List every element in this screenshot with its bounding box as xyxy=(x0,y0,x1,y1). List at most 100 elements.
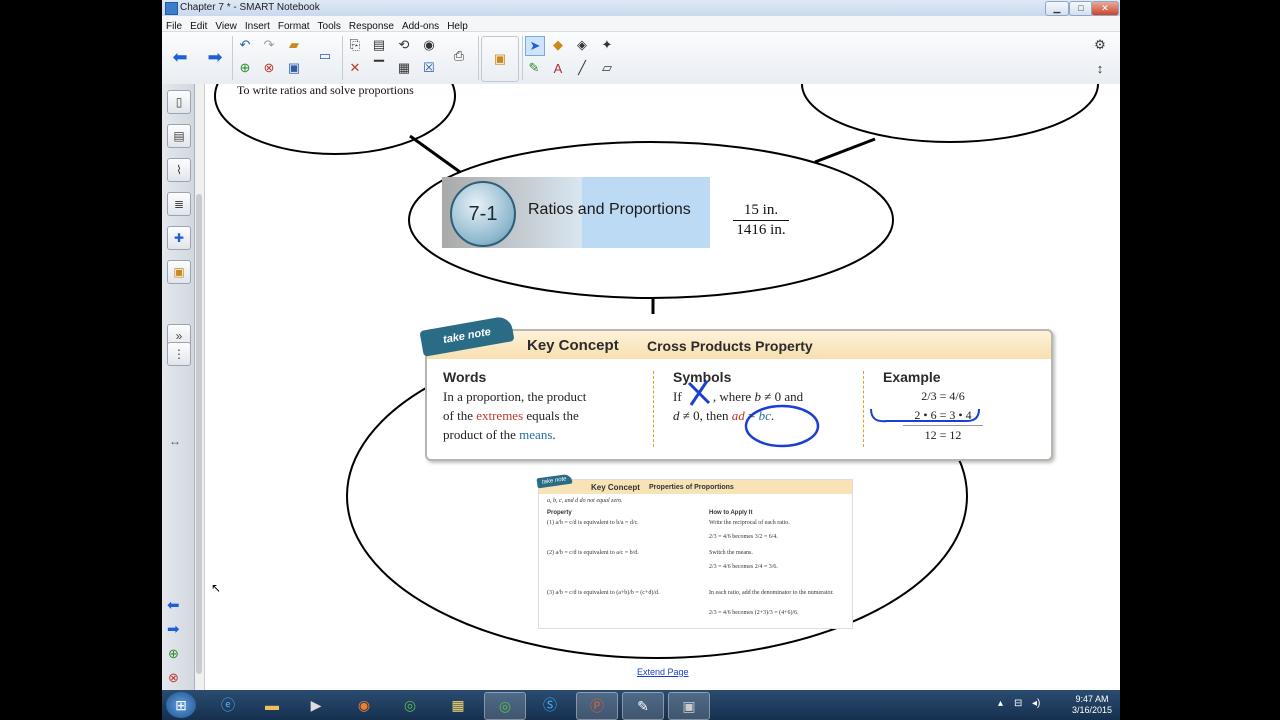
attachments-icon[interactable]: ⌇ xyxy=(167,158,191,182)
pens-icon[interactable]: ✎ xyxy=(525,59,543,77)
ink-cross-out xyxy=(687,380,711,406)
lesson-banner: 7-1 Ratios and Proportions xyxy=(442,177,710,248)
taskbar-clock[interactable]: 9:47 AM 3/16/2015 xyxy=(1072,694,1112,716)
document-camera-icon[interactable]: ⎙ xyxy=(450,47,468,65)
refresh-icon[interactable]: ⟲ xyxy=(395,36,413,54)
activity-toolkit-icon[interactable]: ▣ xyxy=(481,36,519,82)
internet-explorer-icon[interactable]: ⓔ xyxy=(208,692,248,718)
objective-text: To write ratios and solve proportions xyxy=(237,83,414,97)
display-screen-icon[interactable]: ▭ xyxy=(316,47,334,65)
ink-circle xyxy=(744,404,820,448)
clear-icon[interactable]: ☒ xyxy=(420,59,438,77)
gallery-icon[interactable]: ▤ xyxy=(167,124,191,148)
network-icon[interactable]: ⊟ xyxy=(1014,698,1022,709)
window-title: Chapter 7 * - SMART Notebook xyxy=(180,2,320,13)
smart-notebook-window: Chapter 7 * - SMART Notebook ▁ □ ✕ File E… xyxy=(162,0,1120,720)
side-tabs: ▯ ▤ ⌇ ≣ ✚ ▣ » ⋮ ↔ ⬅ ➡ ⊕ ⊗ xyxy=(162,84,195,690)
maximize-button[interactable]: □ xyxy=(1069,1,1093,16)
grip-icon[interactable]: ⋮ xyxy=(167,342,191,366)
add-page-small-icon[interactable]: ⊕ xyxy=(168,646,179,662)
screen-capture-icon[interactable]: ◉ xyxy=(420,36,438,54)
property-2: (2) a/b = c/d is equivalent to a/c = b/d… xyxy=(547,550,639,556)
apps-grid-icon[interactable]: ▦ xyxy=(438,692,478,718)
fraction-bar xyxy=(733,220,789,221)
property-1: (1) a/b = c/d is equivalent to b/a = d/c… xyxy=(547,520,639,526)
select-pointer-icon[interactable]: ➤ xyxy=(525,36,545,56)
add-page-icon[interactable]: ⊕ xyxy=(236,59,254,77)
scroll-thumb[interactable] xyxy=(196,194,202,674)
how-1-example: 2/3 = 4/6 becomes 3/2 = 6/4. xyxy=(709,534,778,540)
forward-arrow-icon[interactable]: ➡ xyxy=(206,47,224,67)
close-button[interactable]: ✕ xyxy=(1091,1,1119,16)
title-bar: Chapter 7 * - SMART Notebook ▁ □ ✕ xyxy=(162,0,1120,16)
notebook-app-icon[interactable]: ✎ xyxy=(622,692,664,720)
magic-pen-icon[interactable]: ✦ xyxy=(598,36,616,54)
skype-icon[interactable]: Ⓢ xyxy=(530,692,570,718)
vertical-scrollbar[interactable] xyxy=(195,84,205,690)
chrome-icon[interactable]: ◎ xyxy=(390,692,430,718)
how-2: Switch the means. xyxy=(709,550,753,556)
addons-icon[interactable]: ✚ xyxy=(167,226,191,250)
line-tool-icon[interactable]: ╱ xyxy=(573,59,591,77)
file-explorer-icon[interactable]: ▬ xyxy=(252,692,292,718)
property-3: (3) a/b = c/d is equivalent to (a+b)/b =… xyxy=(547,590,660,596)
properties-card: take note Key Concept Properties of Prop… xyxy=(536,473,853,629)
open-folder-icon[interactable]: ▰ xyxy=(285,36,303,54)
save-icon[interactable]: ▣ xyxy=(285,59,303,77)
properties-icon[interactable]: ≣ xyxy=(167,192,191,216)
next-page-icon[interactable]: ➡ xyxy=(167,620,180,638)
chrome-active-icon[interactable]: ◎ xyxy=(484,692,526,720)
delete-page-icon[interactable]: ⊗ xyxy=(260,59,278,77)
undo-icon[interactable]: ↶ xyxy=(236,36,254,54)
eraser-fill-icon[interactable]: ◈ xyxy=(573,36,591,54)
small-card-subtitle: Properties of Proportions xyxy=(649,484,734,491)
media-player-icon[interactable]: ▶ xyxy=(296,692,336,718)
mouse-cursor-icon: ↖ xyxy=(211,581,222,595)
windows-taskbar: ⊞ ⓔ ▬ ▶ ◉ ◎ ▦ ◎ Ⓢ Ⓟ ✎ ▣ ▴ ⊟ ◂) 9:47 AM 3… xyxy=(162,690,1120,720)
property-heading: Property xyxy=(547,510,572,516)
small-card-title: Key Concept xyxy=(591,483,640,492)
eraser-icon[interactable]: ▱ xyxy=(598,59,616,77)
notebook-canvas: To write ratios and solve proportions 7-… xyxy=(205,83,1120,690)
toolbar: ⬅ ➡ ↶ ↷ ▰ ⊕ ⊗ ▣ ▭ ⎘ ▤ ⟲ ◉ ✕ ▔ ▦ ☒ ⎙ ▣ ➤ … xyxy=(162,32,1120,85)
lesson-title: Ratios and Proportions xyxy=(528,201,691,218)
how-3-example: 2/3 = 4/6 becomes (2+3)/3 = (4+6)/6. xyxy=(709,610,799,616)
fraction-expression: 15 in. 1416 in. xyxy=(729,202,793,239)
lesson-activity-icon[interactable]: ▣ xyxy=(167,260,191,284)
text-tool-icon[interactable]: A xyxy=(549,59,567,77)
start-button-icon[interactable]: ⊞ xyxy=(166,692,196,718)
minimize-button[interactable]: ▁ xyxy=(1045,1,1069,16)
back-arrow-icon[interactable]: ⬅ xyxy=(171,47,189,67)
delete-icon[interactable]: ✕ xyxy=(346,59,364,77)
firefox-icon[interactable]: ◉ xyxy=(344,692,384,718)
ink-bracket xyxy=(870,408,980,423)
ellipse-top-right xyxy=(801,84,1099,143)
clock-time: 9:47 AM xyxy=(1075,694,1109,704)
fraction-denominator: 1416 in. xyxy=(736,222,786,238)
screen-shade-icon[interactable]: ▔ xyxy=(370,59,388,77)
volume-icon[interactable]: ◂) xyxy=(1032,698,1040,709)
screenshade-icon[interactable]: ▤ xyxy=(370,36,388,54)
previous-page-icon[interactable]: ⬅ xyxy=(167,596,180,614)
utility-app-icon[interactable]: ▣ xyxy=(668,692,710,720)
toolbar-position-icon[interactable]: ↕ xyxy=(1091,59,1109,77)
shapes-icon[interactable]: ◆ xyxy=(549,36,567,54)
table-icon[interactable]: ▦ xyxy=(395,59,413,77)
how-1: Write the reciprocal of each ratio. xyxy=(709,520,790,526)
paste-icon[interactable]: ⎘ xyxy=(346,36,364,54)
key-concept-card: take note Key Concept Cross Products Pro… xyxy=(419,315,1053,461)
settings-gear-icon[interactable]: ⚙ xyxy=(1091,36,1109,54)
page-sorter-icon[interactable]: ▯ xyxy=(167,90,191,114)
powerpoint-icon[interactable]: Ⓟ xyxy=(576,692,618,720)
how-heading: How to Apply It xyxy=(709,510,753,516)
extend-page-link[interactable]: Extend Page xyxy=(637,667,689,677)
fraction-numerator: 15 in. xyxy=(743,202,779,218)
resize-arrows-icon[interactable]: ↔ xyxy=(169,434,181,448)
tray-expand-icon[interactable]: ▴ xyxy=(998,698,1003,709)
small-card-note: a, b, c, and d do not equal zero. xyxy=(547,498,623,504)
redo-icon[interactable]: ↷ xyxy=(260,36,278,54)
how-2-example: 2/3 = 4/6 becomes 2/4 = 3/6. xyxy=(709,564,778,570)
remove-page-icon[interactable]: ⊗ xyxy=(168,670,179,686)
connector-top-right xyxy=(814,137,876,164)
how-3: In each ratio, add the denominator to th… xyxy=(709,590,834,596)
